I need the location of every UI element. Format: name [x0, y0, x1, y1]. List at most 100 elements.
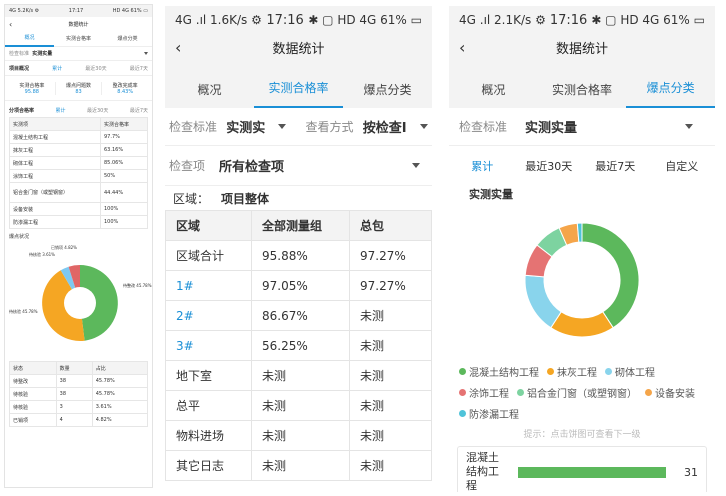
- table-row[interactable]: 砌体工程 85.06%: [9, 156, 148, 170]
- cell: 50%: [100, 169, 148, 183]
- status-right: ✱ ▢ HD 4G 61% ▭: [308, 13, 422, 27]
- cell: 待核验: [9, 387, 57, 401]
- standard-value[interactable]: 实测实: [226, 117, 271, 136]
- table-row[interactable]: 已销项 4 4.82%: [9, 413, 149, 427]
- status-pie-wrap: 已销项 4.82% 待核验 3.61% 待整改 45.78% 待核验 45.78…: [5, 243, 152, 361]
- tab-bar: 概况 实测合格率 爆点分类: [449, 60, 715, 108]
- cell: 100%: [100, 202, 148, 216]
- pie-label-verify-small: 待核验 3.61%: [29, 252, 55, 257]
- region-link[interactable]: 3#: [165, 330, 252, 361]
- period-30d[interactable]: 最近30天: [87, 107, 108, 114]
- chevron-down-icon[interactable]: [277, 124, 286, 129]
- bar-fill: [517, 466, 666, 478]
- period-tabs: 累计 最近30天 最近7天 自定义: [449, 146, 715, 186]
- category-bar-card[interactable]: 混凝土结构工程 31: [457, 446, 707, 492]
- cell: 3.61%: [91, 400, 149, 414]
- legend-item[interactable]: 铝合金门窗（或塑钢窗）: [517, 385, 637, 400]
- donut-slice[interactable]: [550, 311, 614, 338]
- cell: 85.06%: [100, 156, 148, 170]
- cell: 86.67%: [251, 300, 350, 331]
- period-30d[interactable]: 最近30天: [85, 65, 106, 72]
- status-left: 4G .ıl 1.6K/s ⚙: [175, 13, 262, 27]
- period-custom[interactable]: 自定义: [649, 158, 716, 174]
- cell: 地下室: [165, 360, 252, 391]
- period-30d[interactable]: 最近30天: [516, 158, 583, 174]
- legend-label: 砌体工程: [615, 368, 655, 379]
- tab-overview[interactable]: 概况: [449, 81, 538, 108]
- period-cumulative[interactable]: 累计: [52, 65, 62, 72]
- bar-label: 混凝土结构工程: [466, 451, 499, 492]
- table-row[interactable]: 铝合金门窗（或塑钢窗） 44.44%: [9, 182, 148, 203]
- legend-label: 抹灰工程: [557, 368, 597, 379]
- tab-overview[interactable]: 概况: [5, 31, 54, 47]
- legend-item[interactable]: 防渗漏工程: [459, 406, 519, 421]
- status-table-wrap: 状态 数量 占比 待整改 38 45.78% 待核验 38 45.78% 待核验 3 3.6…: [5, 361, 152, 427]
- standard-value: 实测实量: [525, 121, 578, 136]
- period-cumulative[interactable]: 累计: [449, 158, 516, 174]
- table-row[interactable]: 防渗漏工程 100%: [9, 215, 148, 229]
- legend-item[interactable]: 混凝土结构工程: [459, 364, 539, 379]
- cell: 区域合计: [165, 240, 252, 271]
- cell: 铝合金门窗（或塑钢窗）: [9, 182, 101, 203]
- tab-pass-rate[interactable]: 实测合格率: [254, 79, 343, 108]
- status-bar: 4G .ıl 2.1K/s ⚙ 17:16 ✱ ▢ HD 4G 61% ▭: [449, 6, 715, 34]
- table-row[interactable]: 混凝土结构工程 97.7%: [9, 130, 148, 144]
- chevron-down-icon[interactable]: [420, 124, 428, 129]
- cell: 未测: [349, 390, 432, 421]
- view-mode-value[interactable]: 按检查I: [363, 117, 414, 136]
- overview-stats: 实测合格率 95.88 爆点问题数 83 整改完成率 8.43%: [5, 75, 152, 101]
- standard-selector[interactable]: 检查标准 实测实量: [5, 47, 152, 61]
- period-7d[interactable]: 最近7天: [130, 65, 148, 72]
- table-row[interactable]: 待整改 38 45.78%: [9, 374, 149, 388]
- tab-issue-category[interactable]: 爆点分类: [626, 79, 715, 108]
- tab-pass-rate[interactable]: 实测合格率: [538, 81, 627, 108]
- cell: 95.88%: [251, 240, 350, 271]
- category-donut-chart[interactable]: [449, 204, 715, 354]
- region-link[interactable]: 1#: [165, 270, 252, 301]
- table-row[interactable]: 设备安装 100%: [9, 202, 148, 216]
- table-row[interactable]: 待核验 38 45.78%: [9, 387, 149, 401]
- tab-issue-category[interactable]: 爆点分类: [103, 32, 152, 46]
- table-row[interactable]: 2# 86.67% 未测: [165, 300, 432, 331]
- back-icon[interactable]: ‹: [9, 20, 12, 29]
- tab-pass-rate[interactable]: 实测合格率: [54, 32, 103, 46]
- period-7d[interactable]: 最近7天: [130, 107, 148, 114]
- tab-overview[interactable]: 概况: [165, 81, 254, 108]
- status-table: 状态 数量 占比 待整改 38 45.78% 待核验 38 45.78% 待核验 3 3.6…: [9, 361, 149, 427]
- donut-slice[interactable]: [581, 222, 640, 329]
- status-left: 4G 5.2K/s ⚙: [9, 8, 40, 14]
- back-icon[interactable]: ‹: [459, 38, 465, 57]
- standard-selector[interactable]: 检查标准 实测实量: [449, 108, 715, 146]
- back-icon[interactable]: ‹: [175, 38, 181, 57]
- table-row[interactable]: 涂饰工程 50%: [9, 169, 148, 183]
- cell: 4: [55, 413, 93, 427]
- region-link[interactable]: 2#: [165, 300, 252, 331]
- legend-item[interactable]: 砌体工程: [605, 364, 655, 379]
- status-pie[interactable]: [5, 243, 153, 361]
- table-row: 其它日志 未测 未测: [165, 450, 432, 481]
- page-title: 数据统计: [272, 41, 325, 57]
- check-item-selector[interactable]: 检查项 所有检查项: [165, 146, 432, 186]
- header-cell: 数量: [55, 361, 93, 375]
- legend-item[interactable]: 设备安装: [645, 385, 695, 400]
- header-cell: 实测项: [9, 117, 101, 131]
- overview-title: 项目概况: [9, 65, 30, 72]
- donut-slice[interactable]: [524, 274, 562, 329]
- table-row[interactable]: 1# 97.05% 97.27%: [165, 270, 432, 301]
- period-7d[interactable]: 最近7天: [582, 158, 649, 174]
- table-header: 实测项 实测合格率: [9, 117, 148, 131]
- legend-item[interactable]: 抹灰工程: [547, 364, 597, 379]
- cell: 未测: [349, 360, 432, 391]
- page-title: 数据统计: [68, 21, 89, 28]
- table-row[interactable]: 抹灰工程 63.16%: [9, 143, 148, 157]
- table-row[interactable]: 3# 56.25% 未测: [165, 330, 432, 361]
- tab-issue-category[interactable]: 爆点分类: [343, 81, 432, 108]
- legend-item[interactable]: 涂饰工程: [459, 385, 509, 400]
- period-cumulative[interactable]: 累计: [55, 107, 65, 114]
- legend-label: 混凝土结构工程: [469, 368, 539, 379]
- chevron-down-icon: [144, 52, 148, 55]
- status-time: 17:17: [68, 8, 84, 14]
- table-row[interactable]: 待核验 3 3.61%: [9, 400, 149, 414]
- tab-bar: 概况 实测合格率 爆点分类: [165, 60, 432, 108]
- cell: 已销项: [9, 413, 57, 427]
